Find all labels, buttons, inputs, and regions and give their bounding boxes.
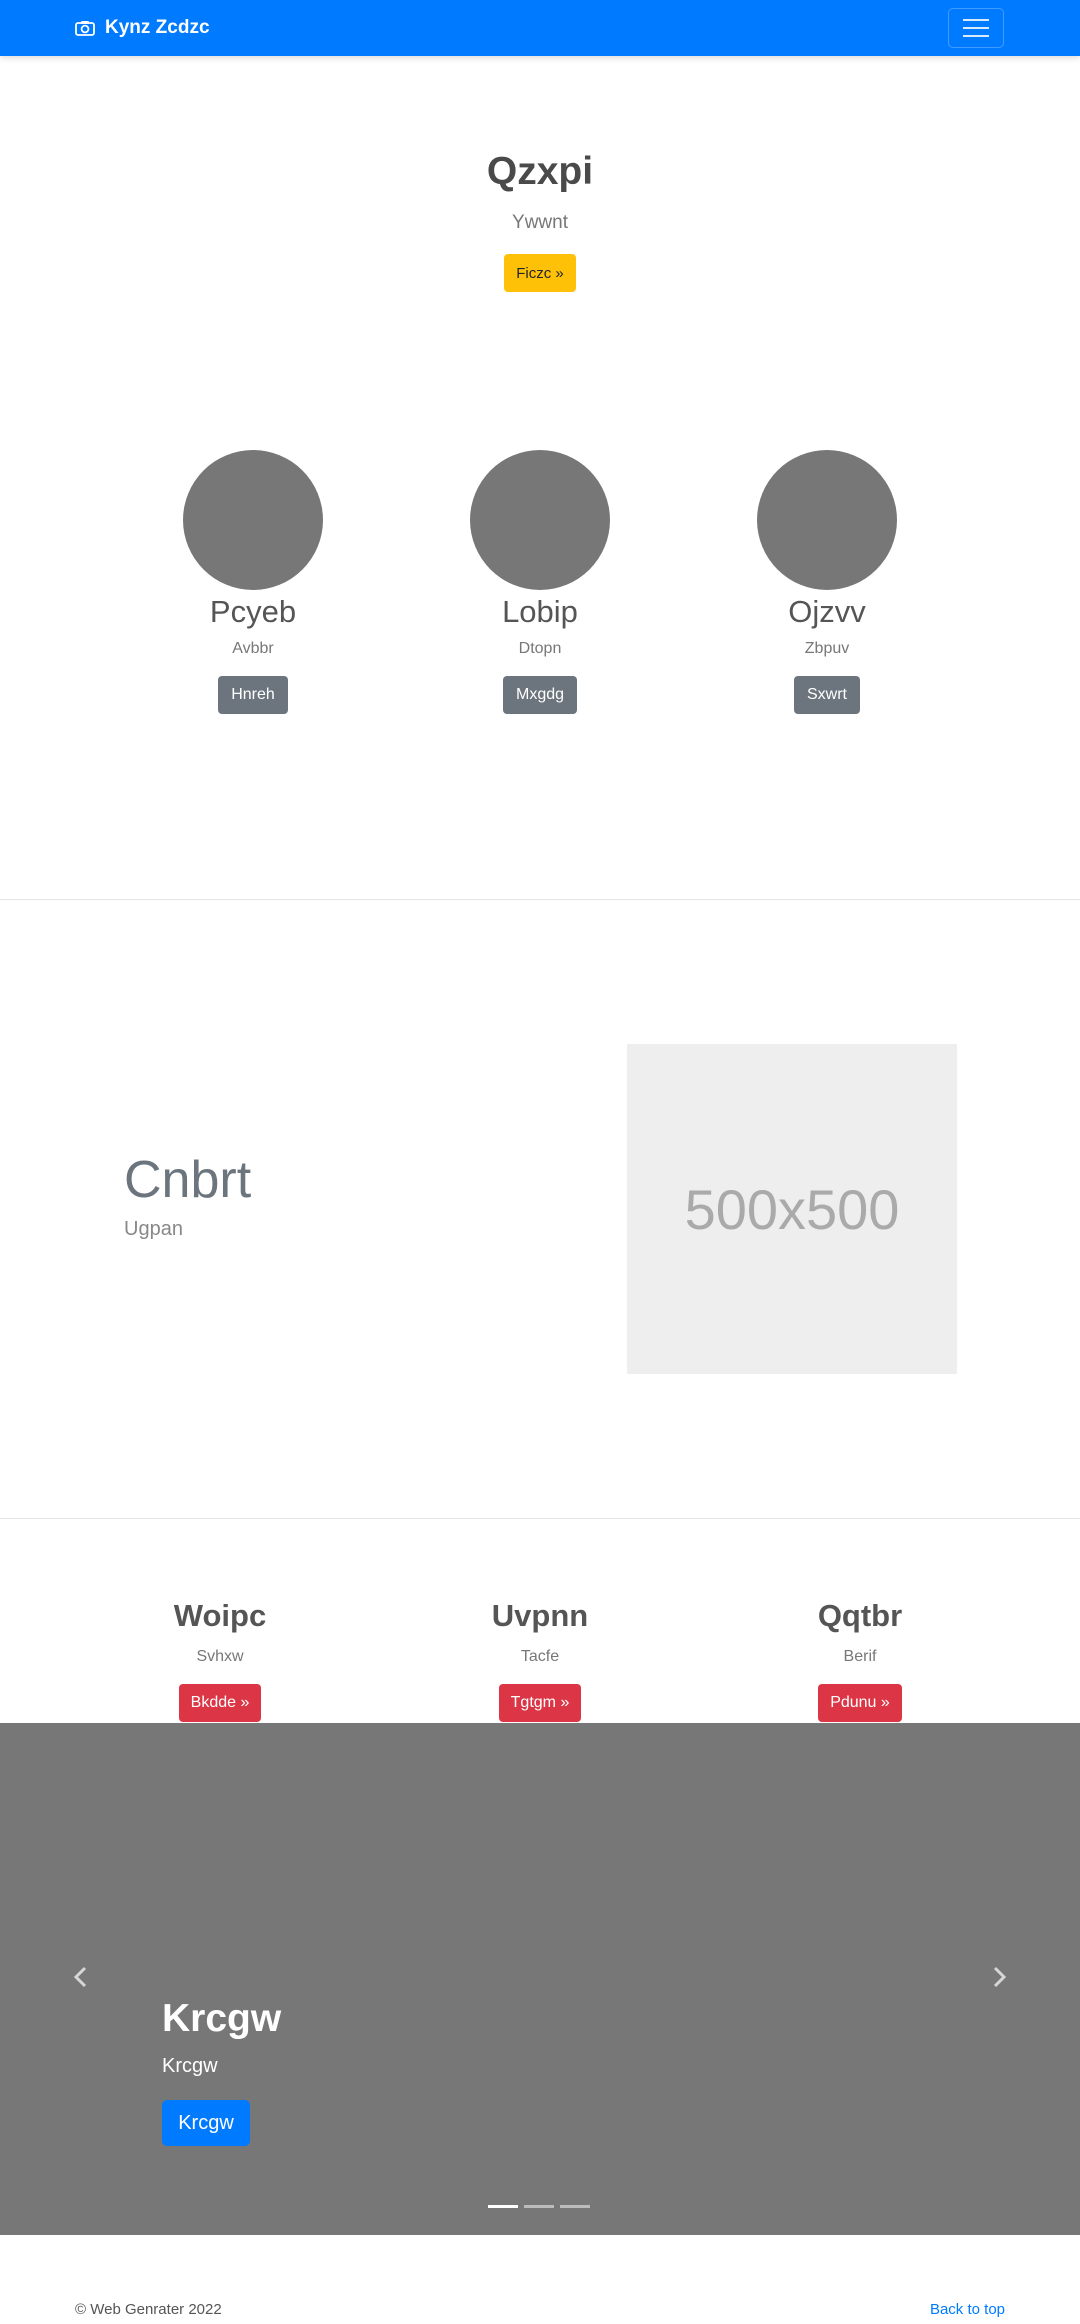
person-subtitle: Zbpuv xyxy=(804,640,850,657)
hero-subtitle: Ywwnt xyxy=(512,212,568,233)
carousel-caption-subtitle: Krcgw xyxy=(162,2055,218,2077)
section-divider xyxy=(0,899,1080,900)
hero-button[interactable]: Ficzc » xyxy=(504,254,576,292)
person-name: Lobip xyxy=(502,594,578,629)
navbar: Kynz Zcdzc xyxy=(0,0,1080,56)
column-title: Qqtbr xyxy=(817,1598,903,1633)
avatar xyxy=(757,450,897,590)
hamburger-icon xyxy=(963,19,989,21)
person-subtitle: Dtopn xyxy=(518,640,562,657)
person-subtitle: Avbbr xyxy=(232,640,274,657)
person-button[interactable]: Mxgdg xyxy=(502,676,578,714)
column-card: Uvpnn Tacfe Tgtgm » xyxy=(390,1598,690,1722)
chevron-right-icon[interactable] xyxy=(989,1965,1009,1989)
column-subtitle: Svhxw xyxy=(196,1648,244,1665)
avatar xyxy=(470,450,610,590)
avatar xyxy=(183,450,323,590)
feature-subtitle: Ugpan xyxy=(124,1218,183,1240)
column-subtitle: Tacfe xyxy=(520,1648,560,1665)
carousel-indicator[interactable] xyxy=(524,2205,554,2208)
carousel: Krcgw Krcgw Krcgw xyxy=(0,1723,1080,2235)
column-subtitle: Berif xyxy=(843,1648,877,1665)
person-card: Ojzvv Zbpuv Sxwrt xyxy=(717,450,937,714)
person-name: Ojzvv xyxy=(788,594,866,629)
carousel-button[interactable]: Krcgw xyxy=(162,2100,250,2146)
person-name: Pcyeb xyxy=(209,594,297,629)
navbar-brand[interactable]: Kynz Zcdzc xyxy=(75,0,210,56)
person-button[interactable]: Sxwrt xyxy=(794,676,860,714)
column-button[interactable]: Bkdde » xyxy=(178,1684,262,1722)
chevron-left-icon[interactable] xyxy=(71,1965,91,1989)
column-card: Qqtbr Berif Pdunu » xyxy=(710,1598,1010,1722)
column-card: Woipc Svhxw Bkdde » xyxy=(70,1598,370,1722)
column-button[interactable]: Tgtgm » xyxy=(498,1684,582,1722)
feature-image-placeholder: 500x500 xyxy=(627,1044,957,1374)
carousel-caption-title: Krcgw xyxy=(162,1997,282,2040)
camera-icon xyxy=(75,21,95,36)
section-divider xyxy=(0,1518,1080,1519)
column-button[interactable]: Pdunu » xyxy=(818,1684,902,1722)
column-title: Uvpnn xyxy=(491,1598,589,1633)
hero-title: Qzxpi xyxy=(486,150,594,193)
navbar-toggler-button[interactable] xyxy=(948,8,1004,48)
column-title: Woipc xyxy=(173,1598,267,1633)
brand-name: Kynz Zcdzc xyxy=(105,17,210,38)
carousel-indicator[interactable] xyxy=(560,2205,590,2208)
feature-title: Cnbrt xyxy=(124,1151,252,1209)
person-button[interactable]: Hnreh xyxy=(218,676,288,714)
footer-copyright: © Web Genrater 2022 xyxy=(75,2301,222,2318)
carousel-indicators xyxy=(488,2205,590,2208)
back-to-top-link[interactable]: Back to top xyxy=(930,2301,1005,2318)
person-card: Lobip Dtopn Mxgdg xyxy=(430,450,650,714)
person-card: Pcyeb Avbbr Hnreh xyxy=(143,450,363,714)
carousel-indicator[interactable] xyxy=(488,2205,518,2208)
